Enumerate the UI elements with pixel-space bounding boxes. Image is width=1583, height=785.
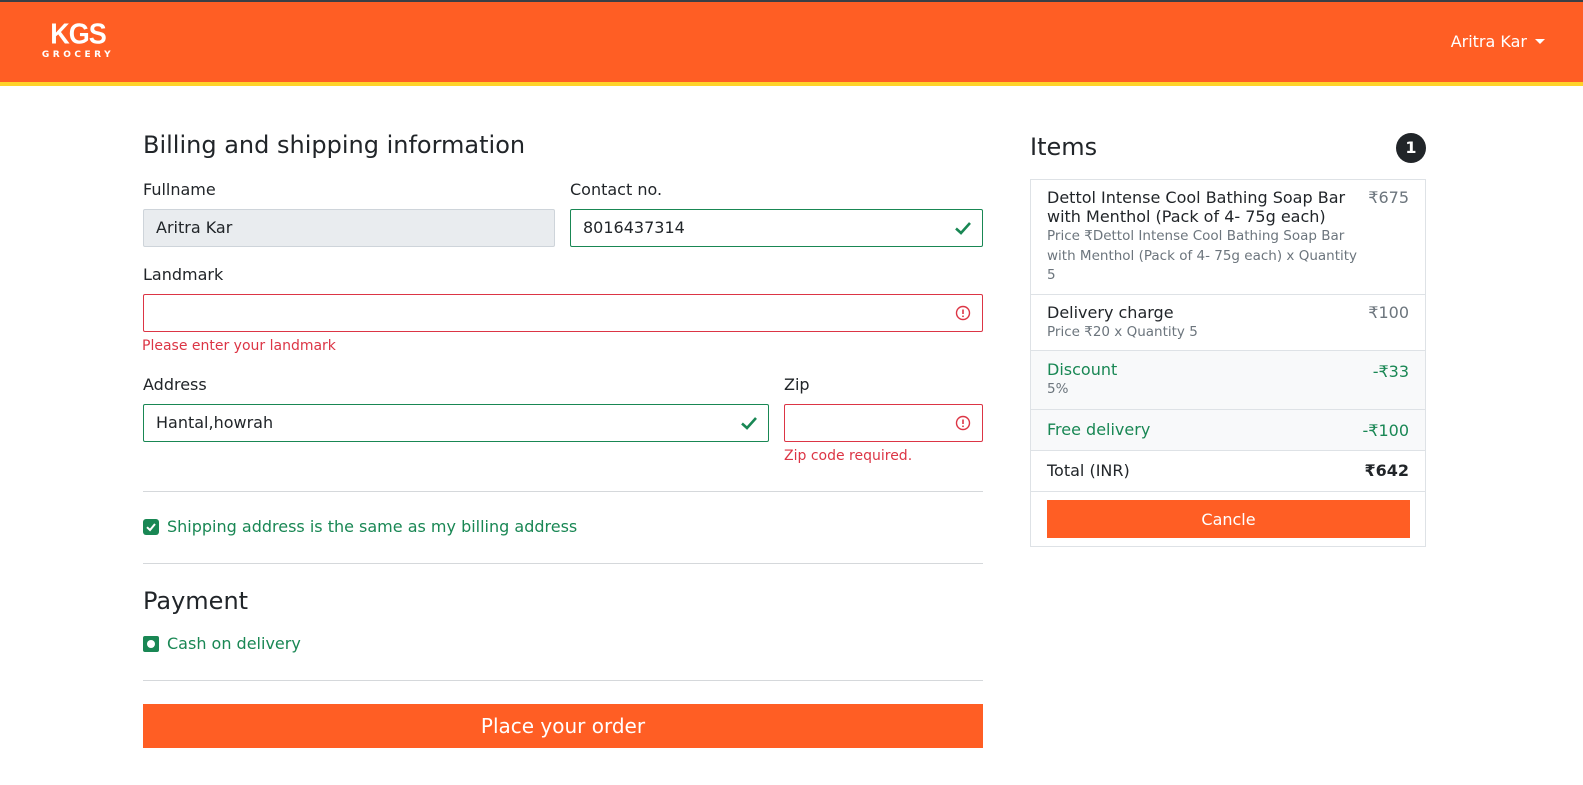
contact-value: 8016437314 [583,218,685,237]
check-icon [741,417,757,430]
divider [143,563,983,564]
address-value: Hantal,howrah [156,413,274,432]
free-delivery-price: -₹100 [1362,421,1410,440]
cart-item: Dettol Intense Cool Bathing Soap Bar wit… [1031,180,1425,295]
address-field[interactable]: Hantal,howrah [143,404,769,442]
total-row: Total (INR) ₹642 [1031,451,1425,492]
cart-item-detail: Price ₹Dettol Intense Cool Bathing Soap … [1047,228,1358,283]
delivery-charge-detail: Price ₹20 x Quantity 5 [1047,324,1198,340]
user-menu-dropdown[interactable]: Aritra Kar [1451,32,1545,51]
place-order-button[interactable]: Place your order [143,704,983,748]
error-icon [955,415,971,431]
cart-actions: Cancle [1031,492,1425,546]
brand-logo[interactable]: KGS GROCERY [38,18,118,61]
items-title: Items [1030,133,1098,161]
fullname-field[interactable]: Aritra Kar [143,209,555,247]
discount-row: Discount 5% -₹33 [1031,351,1425,410]
landmark-label: Landmark [143,265,224,284]
zip-field[interactable] [784,404,983,442]
cart-item-price: ₹675 [1368,188,1409,207]
header-accent-line [0,82,1583,86]
payment-method-row[interactable]: Cash on delivery [143,634,301,653]
top-navbar: KGS GROCERY Aritra Kar [0,0,1583,86]
fullname-value: Aritra Kar [156,218,233,237]
logo-main-text: KGS [50,18,107,50]
discount-name: Discount [1047,360,1118,379]
same-address-label: Shipping address is the same as my billi… [167,517,578,536]
item-count-badge: 1 [1396,133,1426,163]
logo-sub-text: GROCERY [41,50,115,60]
radio-selected[interactable] [143,635,159,652]
error-icon [955,305,971,321]
cart-list: Dettol Intense Cool Bathing Soap Bar wit… [1030,179,1426,547]
same-address-checkbox-row[interactable]: Shipping address is the same as my billi… [143,517,577,536]
check-icon [955,222,971,235]
zip-error: Zip code required. [784,448,913,464]
landmark-error: Please enter your landmark [142,338,336,354]
cart-item-name: Dettol Intense Cool Bathing Soap Bar wit… [1047,188,1346,226]
delivery-charge-row: Delivery charge Price ₹20 x Quantity 5 ₹… [1031,295,1425,351]
discount-price: -₹33 [1372,362,1409,381]
address-label: Address [143,375,207,394]
billing-title: Billing and shipping information [143,131,526,159]
divider [143,680,983,681]
payment-title: Payment [143,587,249,615]
contact-label: Contact no. [570,180,663,199]
divider [143,491,983,492]
zip-label: Zip [784,375,810,394]
free-delivery-name: Free delivery [1047,420,1151,439]
contact-field[interactable]: 8016437314 [570,209,983,247]
total-value: ₹642 [1364,461,1409,480]
free-delivery-row: Free delivery -₹100 [1031,410,1425,451]
payment-method-label: Cash on delivery [167,634,301,653]
chevron-down-icon [1535,39,1545,44]
discount-detail: 5% [1047,381,1069,397]
fullname-label: Fullname [143,180,216,199]
total-label: Total (INR) [1047,461,1130,480]
cancel-button[interactable]: Cancle [1047,500,1410,538]
checkbox-checked[interactable] [143,518,159,535]
landmark-field[interactable] [143,294,983,332]
delivery-charge-name: Delivery charge [1047,303,1174,322]
delivery-charge-price: ₹100 [1368,303,1409,322]
user-name: Aritra Kar [1450,32,1527,51]
